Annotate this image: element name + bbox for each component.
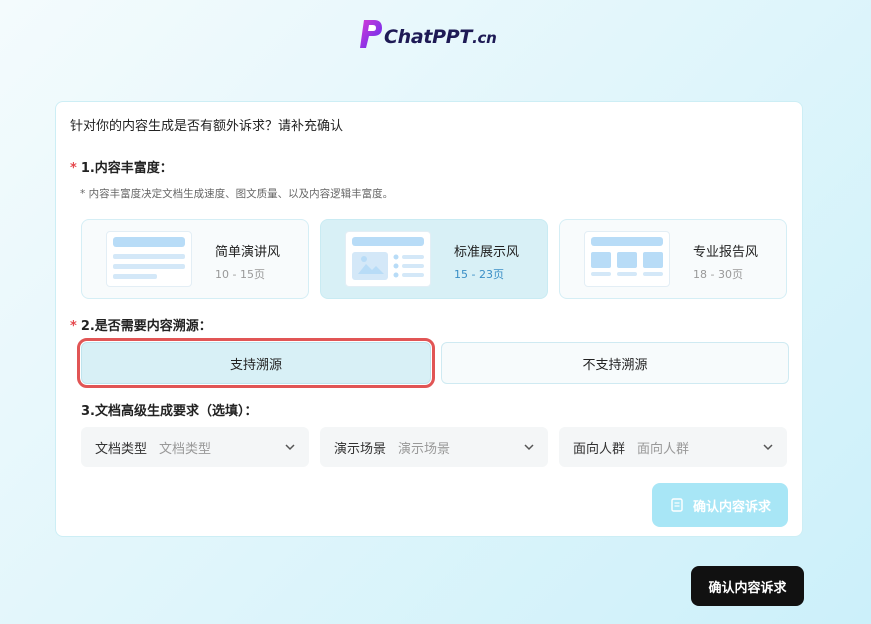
select-label: 文档类型 <box>95 441 148 457</box>
audience-select[interactable]: 面向人群 面向人群 <box>559 427 787 467</box>
trace-no-support-button[interactable]: 不支持溯源 <box>441 342 789 384</box>
chevron-down-icon <box>524 444 534 451</box>
style-thumbnail-simple <box>106 231 192 287</box>
chevron-down-icon <box>763 444 773 451</box>
style-title: 专业报告风 <box>693 245 759 260</box>
style-title: 简单演讲风 <box>215 245 281 260</box>
select-placeholder: 文档类型 <box>159 441 212 457</box>
style-thumbnail-standard <box>345 231 431 287</box>
section-advanced-title: 3.文档高级生成要求（选填）： <box>81 404 258 419</box>
required-mark: * <box>70 319 77 334</box>
select-placeholder: 面向人群 <box>637 441 690 457</box>
chevron-down-icon <box>285 444 295 451</box>
doc-type-select[interactable]: 文档类型 文档类型 <box>81 427 309 467</box>
style-option-standard[interactable]: 标准展示风 15 - 23页 <box>320 219 548 299</box>
richness-hint: * 内容丰富度决定文档生成速度、图文质量、以及内容逻辑丰富度。 <box>80 188 394 200</box>
section-richness-title: * 1.内容丰富度： <box>70 161 173 176</box>
style-pages: 15 - 23页 <box>454 268 504 281</box>
chatppt-logo-icon <box>360 20 382 48</box>
style-option-simple[interactable]: 简单演讲风 10 - 15页 <box>81 219 309 299</box>
confirm-label: 确认内容诉求 <box>692 499 771 515</box>
chatppt-logo: ChatPPT.cn <box>358 18 497 50</box>
logo-wordmark: ChatPPT.cn <box>384 26 497 48</box>
scenario-select[interactable]: 演示场景 演示场景 <box>320 427 548 467</box>
style-pages: 18 - 30页 <box>693 268 743 281</box>
style-pages: 10 - 15页 <box>215 268 265 281</box>
required-mark: * <box>70 161 77 176</box>
select-label: 演示场景 <box>334 441 387 457</box>
confirm-requirements-button[interactable]: 确认内容诉求 <box>652 483 788 527</box>
panel-question: 针对你的内容生成是否有额外诉求？请补充确认 <box>70 119 344 134</box>
trace-support-button[interactable]: 支持溯源 <box>77 338 435 388</box>
document-icon <box>671 498 683 512</box>
style-option-professional[interactable]: 专业报告风 18 - 30页 <box>559 219 787 299</box>
requirements-panel: 针对你的内容生成是否有额外诉求？请补充确认 * 1.内容丰富度： * 内容丰富度决… <box>55 101 803 537</box>
select-label: 面向人群 <box>573 441 626 457</box>
select-placeholder: 演示场景 <box>398 441 451 457</box>
section-trace-title: * 2.是否需要内容溯源： <box>70 319 212 334</box>
confirm-requirements-bottom-button[interactable]: 确认内容诉求 <box>691 566 804 606</box>
style-title: 标准展示风 <box>454 245 520 260</box>
style-thumbnail-professional <box>584 231 670 287</box>
